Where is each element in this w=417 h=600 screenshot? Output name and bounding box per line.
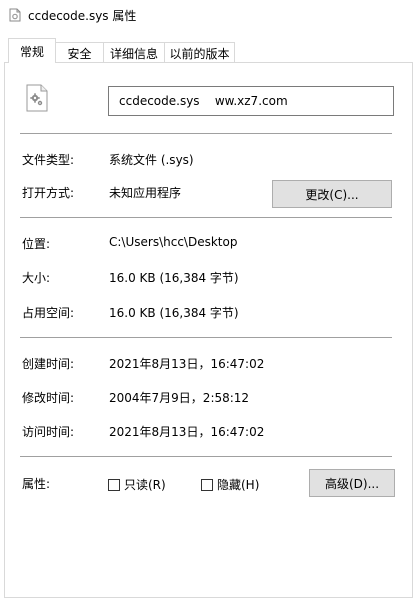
hidden-checkbox-box[interactable] bbox=[201, 478, 213, 491]
title-bar[interactable]: ccdecode.sys 属性 bbox=[0, 0, 417, 30]
divider bbox=[20, 456, 392, 457]
system-file-gear-icon bbox=[25, 84, 49, 112]
advanced-button[interactable]: 高级(D)... bbox=[309, 469, 395, 497]
divider bbox=[20, 133, 392, 134]
hidden-checkbox[interactable]: 隐藏(H) bbox=[201, 476, 259, 493]
size-label: 大小: bbox=[22, 271, 51, 285]
accessed-label: 访问时间: bbox=[22, 425, 75, 439]
size-on-disk-value: 16.0 KB (16,384 字节) bbox=[109, 306, 239, 320]
divider bbox=[20, 217, 392, 218]
size-on-disk-label: 占用空间: bbox=[22, 306, 75, 320]
tab-strip: 常规 安全 详细信息 以前的版本 bbox=[0, 38, 417, 63]
readonly-checkbox-label: 只读(R) bbox=[124, 478, 166, 492]
tab-security[interactable]: 安全 bbox=[55, 42, 104, 63]
readonly-checkbox-box[interactable] bbox=[108, 478, 120, 491]
hidden-checkbox-label: 隐藏(H) bbox=[217, 478, 260, 492]
created-value: 2021年8月13日，16:47:02 bbox=[109, 357, 265, 371]
readonly-checkbox[interactable]: 只读(R) bbox=[108, 476, 166, 493]
open-with-value: 未知应用程序 bbox=[109, 186, 182, 200]
created-label: 创建时间: bbox=[22, 357, 75, 371]
location-value: C:\Users\hcc\Desktop bbox=[109, 235, 238, 249]
tab-general[interactable]: 常规 bbox=[8, 38, 56, 63]
file-type-value: 系统文件 (.sys) bbox=[109, 153, 194, 167]
window-title: ccdecode.sys 属性 bbox=[28, 9, 137, 23]
divider bbox=[20, 337, 392, 338]
tab-previous-versions[interactable]: 以前的版本 bbox=[164, 42, 235, 63]
location-label: 位置: bbox=[22, 237, 51, 251]
tab-details[interactable]: 详细信息 bbox=[103, 42, 165, 63]
file-type-label: 文件类型: bbox=[22, 153, 75, 167]
accessed-value: 2021年8月13日，16:47:02 bbox=[109, 425, 265, 439]
properties-dialog: ccdecode.sys 属性 常规 安全 详细信息 以前的版本 文件 bbox=[0, 0, 417, 600]
open-with-label: 打开方式: bbox=[22, 186, 75, 200]
modified-value: 2004年7月9日，2:58:12 bbox=[109, 391, 250, 405]
attributes-label: 属性: bbox=[22, 477, 51, 491]
change-button[interactable]: 更改(C)... bbox=[272, 180, 392, 208]
file-name-field[interactable] bbox=[108, 86, 394, 116]
system-file-icon bbox=[8, 8, 22, 22]
general-tab-panel bbox=[4, 62, 413, 598]
size-value: 16.0 KB (16,384 字节) bbox=[109, 271, 239, 285]
modified-label: 修改时间: bbox=[22, 391, 75, 405]
